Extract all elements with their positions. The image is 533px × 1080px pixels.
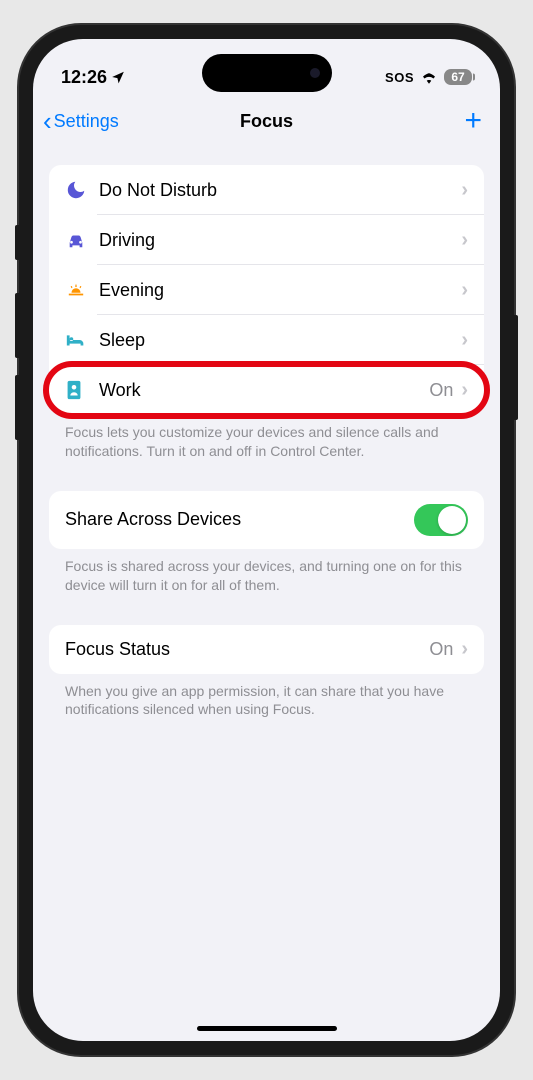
status-section: Focus Status On › <box>49 625 484 674</box>
share-label: Share Across Devices <box>65 509 414 530</box>
share-footer: Focus is shared across your devices, and… <box>49 549 484 595</box>
bed-icon <box>65 328 93 352</box>
back-label: Settings <box>54 111 119 132</box>
row-label: Do Not Disturb <box>99 180 461 201</box>
focus-row-driving[interactable]: Driving › <box>49 215 484 265</box>
focus-row-dnd[interactable]: Do Not Disturb › <box>49 165 484 215</box>
wifi-icon <box>420 70 438 84</box>
location-icon <box>111 70 125 84</box>
row-label: Sleep <box>99 330 461 351</box>
phone-frame: 12:26 SOS 67 ‹ Settings Focus + <box>19 25 514 1055</box>
focus-row-sleep[interactable]: Sleep › <box>49 315 484 365</box>
back-button[interactable]: ‹ Settings <box>43 108 119 134</box>
status-time: 12:26 <box>61 67 107 88</box>
sos-indicator: SOS <box>385 70 414 85</box>
moon-icon <box>65 178 93 202</box>
share-row: Share Across Devices <box>49 491 484 549</box>
chevron-left-icon: ‹ <box>43 108 52 134</box>
nav-bar: ‹ Settings Focus + <box>33 97 500 145</box>
chevron-right-icon: › <box>461 379 468 402</box>
chevron-right-icon: › <box>461 279 468 302</box>
row-status: On <box>429 380 453 401</box>
volume-up-button <box>15 293 19 358</box>
home-indicator[interactable] <box>197 1026 337 1031</box>
chevron-right-icon: › <box>461 229 468 252</box>
badge-icon <box>65 378 93 402</box>
focus-status-row[interactable]: Focus Status On › <box>49 625 484 674</box>
status-value: On <box>429 639 453 660</box>
screen: 12:26 SOS 67 ‹ Settings Focus + <box>33 39 500 1041</box>
volume-button <box>15 225 19 260</box>
row-label: Evening <box>99 280 461 301</box>
sunset-icon <box>65 278 93 302</box>
focus-modes-section: Do Not Disturb › Driving › Evening › <box>49 165 484 415</box>
share-section: Share Across Devices <box>49 491 484 549</box>
row-label: Work <box>99 380 429 401</box>
power-button <box>514 315 518 420</box>
volume-down-button <box>15 375 19 440</box>
focus-row-work[interactable]: Work On › <box>49 365 484 415</box>
car-icon <box>65 228 93 252</box>
focus-row-evening[interactable]: Evening › <box>49 265 484 315</box>
dynamic-island <box>202 54 332 92</box>
row-label: Driving <box>99 230 461 251</box>
share-toggle[interactable] <box>414 504 468 536</box>
status-label: Focus Status <box>65 639 429 660</box>
chevron-right-icon: › <box>461 179 468 202</box>
battery-indicator: 67 <box>444 69 472 85</box>
page-title: Focus <box>240 111 293 132</box>
chevron-right-icon: › <box>461 329 468 352</box>
modes-footer: Focus lets you customize your devices an… <box>49 415 484 461</box>
add-button[interactable]: + <box>464 106 482 136</box>
status-footer: When you give an app permission, it can … <box>49 674 484 720</box>
chevron-right-icon: › <box>461 638 468 661</box>
